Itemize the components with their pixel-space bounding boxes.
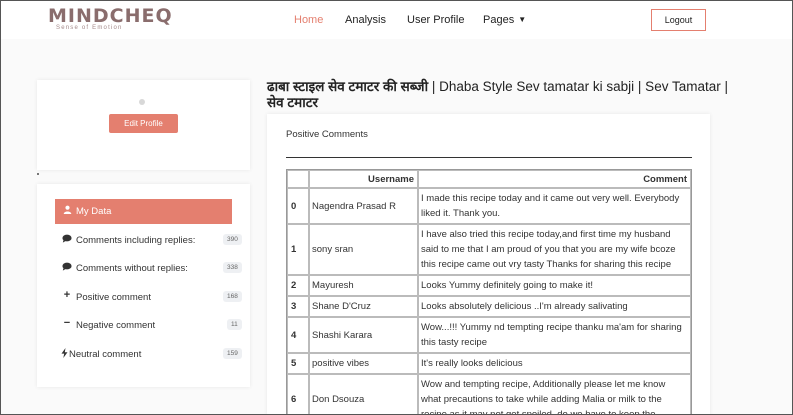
app-frame: MINDCHEQ Sense of Emotion Home Analysis … — [0, 0, 793, 415]
table-row: 3 Shane D'Cruz Looks absolutely deliciou… — [287, 296, 691, 317]
title-hindi: ढाबा स्टाइल सेव टमाटर की सब्जी — [267, 79, 429, 94]
header-comment: Comment — [418, 170, 691, 188]
sidebar-item-label: Comments without replies: — [76, 263, 188, 274]
table-header-row: Username Comment — [287, 170, 691, 188]
minus-icon: − — [63, 317, 71, 329]
row-comment: I made this recipe today and it came out… — [418, 188, 691, 224]
comment-icon — [61, 262, 73, 273]
page-title: ढाबा स्टाइल सेव टमाटर की सब्जी | Dhaba S… — [267, 79, 737, 111]
sidebar-item-my-data[interactable]: My Data — [55, 199, 232, 224]
comment-icon — [61, 234, 73, 245]
brand-tagline: Sense of Emotion — [56, 25, 123, 31]
table-row: 2 Mayuresh Looks Yummy definitely going … — [287, 275, 691, 296]
count-badge: 11 — [227, 319, 242, 330]
sidebar-item-comments-including-replies[interactable]: Comments including replies: 390 — [55, 228, 242, 253]
brand-logo[interactable]: MINDCHEQ — [48, 5, 173, 27]
count-badge: 159 — [223, 348, 242, 359]
title-hindi-end: सेव टमाटर — [267, 95, 319, 110]
row-index: 3 — [287, 296, 309, 317]
count-badge: 168 — [223, 291, 242, 302]
table-row: 6 Don Dsouza Wow and tempting recipe, Ad… — [287, 374, 691, 414]
count-badge: 390 — [223, 234, 242, 245]
table-row: 4 Shashi Karara Wow...!!! Yummy nd tempt… — [287, 317, 691, 353]
plus-icon: + — [63, 289, 71, 301]
row-comment: It's really looks delicious — [418, 353, 691, 374]
table-row: 0 Nagendra Prasad R I made this recipe t… — [287, 188, 691, 224]
sidebar-item-positive-comment[interactable]: + Positive comment 168 — [55, 285, 242, 310]
sidebar-item-label: Comments including replies: — [76, 235, 196, 246]
user-icon — [61, 205, 73, 216]
sidebar-item-negative-comment[interactable]: − Negative comment 11 — [55, 313, 242, 338]
divider-dot — [37, 173, 39, 175]
row-index: 4 — [287, 317, 309, 353]
header-index — [287, 170, 309, 188]
comments-table-wrapper[interactable]: Username Comment 0 Nagendra Prasad R I m… — [286, 169, 692, 414]
divider — [286, 157, 692, 158]
logout-button[interactable]: Logout — [651, 9, 706, 31]
edit-profile-button[interactable]: Edit Profile — [109, 114, 178, 133]
comments-card: Positive Comments Username Comment 0 Nag… — [267, 114, 710, 414]
row-comment: Wow and tempting recipe, Additionally pl… — [418, 374, 691, 414]
sidebar-item-neutral-comment[interactable]: Neutral comment 159 — [55, 342, 242, 367]
header-username: Username — [309, 170, 418, 188]
nav-user-profile[interactable]: User Profile — [407, 14, 464, 26]
navbar: MINDCHEQ Sense of Emotion Home Analysis … — [1, 1, 792, 39]
row-index: 2 — [287, 275, 309, 296]
avatar — [139, 99, 145, 105]
row-index: 0 — [287, 188, 309, 224]
row-username: Don Dsouza — [309, 374, 418, 414]
row-comment: I have also tried this recipe today,and … — [418, 224, 691, 275]
table-row: 1 sony sran I have also tried this recip… — [287, 224, 691, 275]
row-index: 6 — [287, 374, 309, 414]
section-label: Positive Comments — [286, 129, 368, 140]
nav-analysis[interactable]: Analysis — [345, 14, 386, 26]
sidebar-menu: My Data Comments including replies: 390 … — [37, 184, 250, 387]
comments-table: Username Comment 0 Nagendra Prasad R I m… — [286, 169, 692, 414]
table-row: 5 positive vibes It's really looks delic… — [287, 353, 691, 374]
sidebar-item-label: Positive comment — [76, 292, 151, 303]
row-username: Mayuresh — [309, 275, 418, 296]
profile-card: Edit Profile — [37, 80, 250, 170]
row-username: sony sran — [309, 224, 418, 275]
chevron-down-icon: ▼ — [518, 15, 527, 24]
count-badge: 338 — [223, 262, 242, 273]
row-index: 5 — [287, 353, 309, 374]
row-username: Nagendra Prasad R — [309, 188, 418, 224]
row-comment: Looks Yummy definitely going to make it! — [418, 275, 691, 296]
sidebar-item-comments-without-replies[interactable]: Comments without replies: 338 — [55, 256, 242, 281]
row-comment: Wow...!!! Yummy nd tempting recipe thank… — [418, 317, 691, 353]
sidebar-item-label: Negative comment — [76, 320, 156, 331]
title-english: | Dhaba Style Sev tamatar ki sabji | Sev… — [428, 79, 728, 94]
row-username: Shashi Karara — [309, 317, 418, 353]
sidebar-item-label: My Data — [76, 206, 112, 217]
nav-pages[interactable]: Pages ▼ — [483, 14, 526, 26]
row-index: 1 — [287, 224, 309, 275]
row-username: Shane D'Cruz — [309, 296, 418, 317]
sidebar-item-label: Neutral comment — [69, 349, 142, 360]
row-comment: Looks absolutely delicious ..I'm already… — [418, 296, 691, 317]
row-username: positive vibes — [309, 353, 418, 374]
nav-home[interactable]: Home — [294, 14, 323, 26]
nav-pages-label: Pages — [483, 14, 515, 26]
